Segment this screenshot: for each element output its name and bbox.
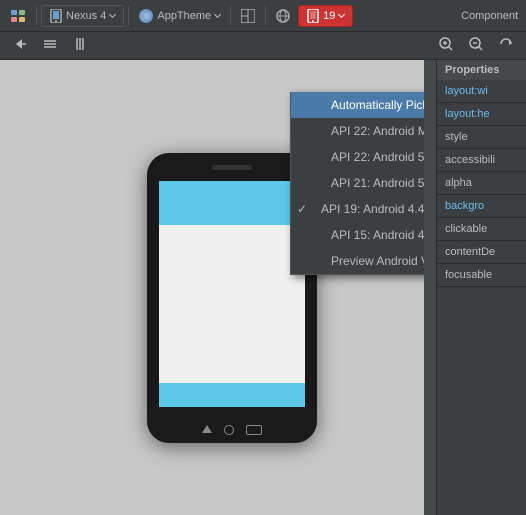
api-phone-icon [307, 9, 319, 23]
api-selector[interactable]: 19 [298, 5, 353, 27]
dropdown-item-label: Automatically Pick Best [331, 98, 424, 112]
layout-icon [241, 9, 255, 23]
globe-icon [276, 9, 290, 23]
separator2 [128, 6, 129, 26]
phone-action-bar [159, 197, 305, 225]
separator3 [230, 6, 231, 26]
vert-align-button[interactable] [38, 34, 62, 57]
properties-header: Properties [437, 60, 526, 80]
api-label: 19 [323, 10, 335, 22]
properties-panel: Properties layout:wi layout:he style acc… [436, 60, 526, 515]
zoom-out-button[interactable] [464, 34, 488, 57]
palette-button[interactable] [4, 5, 32, 27]
phone-screen: ▲ [159, 181, 305, 407]
phone-home-buttons [202, 425, 262, 435]
phone-home-btn [224, 425, 234, 435]
prop-layout-width[interactable]: layout:wi [437, 80, 526, 103]
phone-speaker [212, 165, 252, 170]
toolbar-row1: Nexus 4 AppTheme 19 Component [0, 0, 526, 32]
dropdown-item-label4: API 21: Android 5.0.1 [331, 176, 424, 190]
dropdown-item-auto[interactable]: Automatically Pick Best [291, 92, 424, 118]
dropdown-item-preview[interactable]: Preview Android Versions [291, 248, 424, 274]
prop-accessibility[interactable]: accessibili [437, 149, 526, 172]
dropdown-item-api22[interactable]: API 22: Android 5.1.1 [291, 144, 424, 170]
canvas-area: ▲ Automatically Pick Best [0, 60, 424, 515]
zoom-out-icon [468, 36, 484, 52]
prop-background[interactable]: backgro [437, 195, 526, 218]
back-button[interactable] [8, 34, 32, 57]
dropdown-item-label6: API 15: Android 4.0.3 [331, 228, 424, 242]
device-chevron [109, 11, 116, 18]
apptheme-chevron [214, 11, 221, 18]
back-icon [12, 36, 28, 52]
api-dropdown-menu[interactable]: Automatically Pick Best API 22: Android … [290, 92, 424, 275]
prop-content-description[interactable]: contentDe [437, 241, 526, 264]
apptheme-button[interactable]: AppTheme [133, 6, 226, 26]
separator1 [36, 6, 37, 26]
check-mark: ✓ [297, 202, 313, 216]
component-label: Component [461, 10, 522, 22]
dropdown-item-api21[interactable]: API 21: Android 5.0.1 [291, 170, 424, 196]
phone-content [159, 225, 305, 383]
prop-layout-height[interactable]: layout:he [437, 103, 526, 126]
phone-recent-btn [246, 425, 262, 435]
globe-button[interactable] [270, 6, 296, 26]
separator4 [265, 6, 266, 26]
dropdown-item-api15[interactable]: API 15: Android 4.0.3 [291, 222, 424, 248]
phone-bottom-bar [159, 383, 305, 407]
right-scrollbar-strip [424, 60, 436, 515]
horiz-align-button[interactable] [68, 34, 92, 57]
api-chevron [338, 11, 345, 18]
zoom-in-button[interactable] [434, 34, 458, 57]
dropdown-item-api19[interactable]: ✓ API 19: Android 4.4.2 [291, 196, 424, 222]
dropdown-item-label5: API 19: Android 4.4.2 [321, 202, 424, 216]
zoom-in-icon [438, 36, 454, 52]
phone-back-btn [202, 425, 212, 433]
dropdown-item-label7: Preview Android Versions [331, 254, 424, 268]
horiz-align-icon [72, 36, 88, 52]
prop-style[interactable]: style [437, 126, 526, 149]
dropdown-item-label3: API 22: Android 5.1.1 [331, 150, 424, 164]
device-label: Nexus 4 [66, 10, 106, 22]
refresh-button[interactable] [494, 34, 518, 57]
apptheme-icon [139, 9, 153, 23]
dropdown-item-label2: API 22: Android M (Preview) [331, 124, 424, 138]
refresh-icon [498, 36, 514, 52]
prop-clickable[interactable]: clickable [437, 218, 526, 241]
prop-focusable[interactable]: focusable [437, 264, 526, 287]
main-area: ▲ Automatically Pick Best [0, 60, 526, 515]
prop-alpha[interactable]: alpha [437, 172, 526, 195]
apptheme-label: AppTheme [157, 10, 211, 22]
device-selector[interactable]: Nexus 4 [41, 5, 124, 27]
toolbar-row2 [0, 32, 526, 60]
layout-button[interactable] [235, 6, 261, 26]
palette-icon [10, 8, 26, 24]
dropdown-item-api22m[interactable]: API 22: Android M (Preview) [291, 118, 424, 144]
align-icon [42, 36, 58, 52]
phone-icon [50, 9, 62, 23]
phone-status-bar: ▲ [159, 181, 305, 197]
